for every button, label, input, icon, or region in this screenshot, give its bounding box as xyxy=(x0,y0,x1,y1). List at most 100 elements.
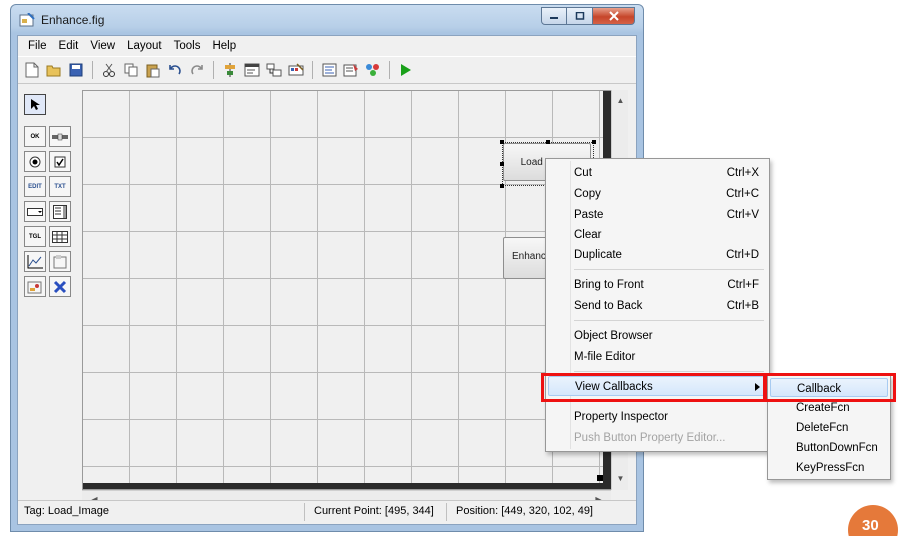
menu-item-send-to-back[interactable]: Send to Back Ctrl+B xyxy=(548,296,767,316)
status-divider xyxy=(304,503,305,521)
submenu-item-buttondownfcn[interactable]: ButtonDownFcn xyxy=(770,438,888,457)
scroll-up-icon[interactable]: ▲ xyxy=(612,92,629,109)
menu-tools[interactable]: Tools xyxy=(168,40,207,52)
checkbox-tool[interactable] xyxy=(49,151,71,172)
menu-item-mfile-editor[interactable]: M-file Editor xyxy=(548,347,767,367)
toolbar-editor-icon xyxy=(288,63,304,76)
new-file-button[interactable] xyxy=(22,60,42,80)
menu-layout[interactable]: Layout xyxy=(121,40,168,52)
checkbox-tool-icon xyxy=(54,156,66,167)
paste-button[interactable] xyxy=(143,60,163,80)
title-bar[interactable]: Enhance.fig xyxy=(11,5,643,35)
selection-handle[interactable] xyxy=(592,140,596,144)
m-file-editor-button[interactable] xyxy=(319,60,339,80)
maximize-button[interactable] xyxy=(567,7,593,25)
menu-item-label: Property Inspector xyxy=(574,411,668,423)
open-button[interactable] xyxy=(44,60,64,80)
push-button-tool-icon: OK xyxy=(30,133,40,140)
menu-item-shortcut: Ctrl+B xyxy=(726,300,759,312)
run-figure-button[interactable] xyxy=(396,60,416,80)
submenu-item-keypressfcn[interactable]: KeyPressFcn xyxy=(770,458,888,477)
activex-control-tool-icon xyxy=(53,280,67,293)
menu-editor-icon xyxy=(244,63,260,77)
panel-tool[interactable] xyxy=(49,251,71,272)
menu-bar: File Edit View Layout Tools Help xyxy=(18,36,636,56)
static-text-tool-icon: TXT xyxy=(54,183,66,190)
scroll-down-icon[interactable]: ▼ xyxy=(612,470,629,487)
menu-file[interactable]: File xyxy=(22,40,53,52)
menu-item-bring-to-front[interactable]: Bring to Front Ctrl+F xyxy=(548,275,767,295)
edit-text-tool[interactable]: EDIT xyxy=(24,176,46,197)
axes-tool[interactable] xyxy=(24,251,46,272)
menu-item-label: Bring to Front xyxy=(574,279,644,291)
menu-editor-button[interactable] xyxy=(242,60,262,80)
submenu-item-deletefcn[interactable]: DeleteFcn xyxy=(770,418,888,437)
toolbar-separator xyxy=(92,61,93,79)
submenu-item-label: CreateFcn xyxy=(796,402,850,414)
object-browser-icon xyxy=(366,64,379,76)
minimize-button[interactable] xyxy=(541,7,567,25)
context-menu: Cut Ctrl+X Copy Ctrl+C Paste Ctrl+V Clear D… xyxy=(545,158,770,452)
selection-handle[interactable] xyxy=(500,184,504,188)
component-palette: OK EDIT TXT TGL xyxy=(24,94,80,297)
menu-item-shortcut: Ctrl+C xyxy=(726,188,759,200)
open-folder-icon xyxy=(46,65,61,77)
selection-handle[interactable] xyxy=(500,162,504,166)
undo-button[interactable] xyxy=(165,60,185,80)
status-current-point: Current Point: [495, 344] xyxy=(314,505,434,517)
listbox-tool[interactable] xyxy=(49,201,71,222)
copy-button[interactable] xyxy=(121,60,141,80)
menu-item-cut[interactable]: Cut Ctrl+X xyxy=(548,163,767,183)
page-number-badge: 30 xyxy=(848,505,898,536)
toolbar-editor-button[interactable] xyxy=(286,60,306,80)
menu-edit[interactable]: Edit xyxy=(53,40,85,52)
activex-control-tool[interactable] xyxy=(49,276,71,297)
undo-icon xyxy=(169,65,181,75)
slider-tool[interactable] xyxy=(49,126,71,147)
menu-item-label: Paste xyxy=(574,209,604,221)
cut-icon xyxy=(103,63,115,77)
menu-item-shortcut: Ctrl+D xyxy=(726,249,759,261)
menu-item-clear[interactable]: Clear xyxy=(548,225,767,245)
menu-item-paste[interactable]: Paste Ctrl+V xyxy=(548,205,767,225)
redo-button[interactable] xyxy=(187,60,207,80)
toggle-button-tool[interactable]: TGL xyxy=(24,226,46,247)
menu-item-label: Duplicate xyxy=(574,249,622,261)
figure-resize-handle[interactable] xyxy=(597,475,603,481)
menu-help[interactable]: Help xyxy=(206,40,242,52)
new-file-icon xyxy=(25,62,39,78)
redo-icon xyxy=(191,65,203,75)
edit-text-tool-icon: EDIT xyxy=(28,183,42,190)
menu-view[interactable]: View xyxy=(84,40,121,52)
align-objects-button[interactable] xyxy=(220,60,240,80)
object-browser-button[interactable] xyxy=(363,60,383,80)
menu-item-duplicate[interactable]: Duplicate Ctrl+D xyxy=(548,245,767,265)
run-figure-icon xyxy=(401,64,411,76)
radio-button-tool[interactable] xyxy=(24,151,46,172)
menu-item-property-inspector[interactable]: Property Inspector xyxy=(548,407,767,427)
selection-handle[interactable] xyxy=(546,140,550,144)
push-button-tool[interactable]: OK xyxy=(24,126,46,147)
menu-item-object-browser[interactable]: Object Browser xyxy=(548,326,767,346)
close-button[interactable] xyxy=(593,7,635,25)
property-inspector-button[interactable] xyxy=(341,60,361,80)
table-tool[interactable] xyxy=(49,226,71,247)
selection-handle[interactable] xyxy=(500,140,504,144)
static-text-tool[interactable]: TXT xyxy=(49,176,71,197)
cut-button[interactable] xyxy=(99,60,119,80)
button-group-tool[interactable] xyxy=(24,276,46,297)
toolbar-separator xyxy=(389,61,390,79)
layout-area[interactable]: Load Image Enhance xyxy=(82,90,611,490)
select-tool[interactable] xyxy=(24,94,46,115)
save-icon xyxy=(69,63,83,77)
tab-order-button[interactable] xyxy=(264,60,284,80)
page-number: 30 xyxy=(862,517,879,534)
toolbar-separator xyxy=(213,61,214,79)
save-button[interactable] xyxy=(66,60,86,80)
minimize-icon xyxy=(550,17,558,19)
popup-menu-tool[interactable] xyxy=(24,201,46,222)
window-title: Enhance.fig xyxy=(41,13,105,27)
status-position: Position: [449, 320, 102, 49] xyxy=(456,505,593,517)
popup-menu-tool-icon xyxy=(27,207,43,216)
menu-item-copy[interactable]: Copy Ctrl+C xyxy=(548,184,767,204)
